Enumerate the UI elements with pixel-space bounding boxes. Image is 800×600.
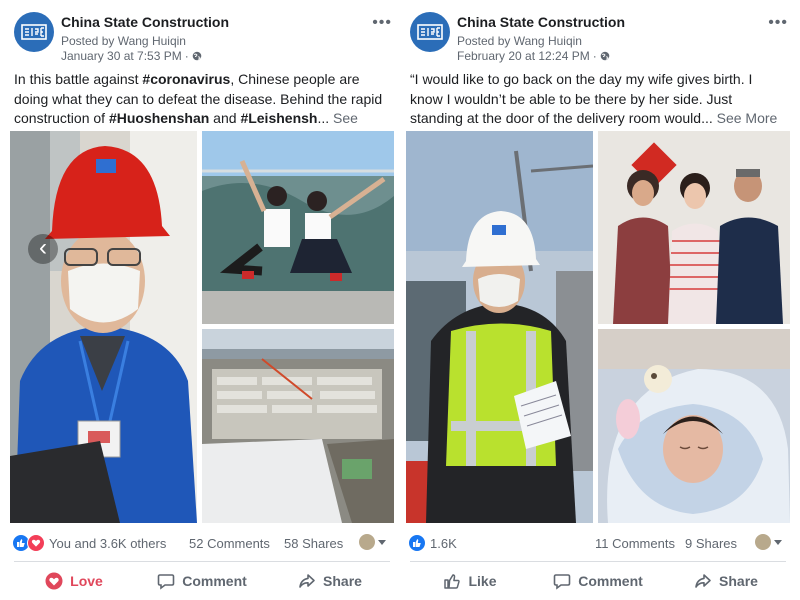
comments-count[interactable]: 11 Comments <box>595 536 675 551</box>
hashtag-link[interactable]: #Huoshenshan <box>109 110 209 126</box>
post-header: China State Construction Posted by Wang … <box>6 10 398 63</box>
share-button[interactable]: Share <box>266 566 394 596</box>
divider <box>14 561 390 562</box>
post-card: China State Construction Posted by Wang … <box>6 0 398 600</box>
text-part: and <box>209 110 241 126</box>
photo-couple-rooftop[interactable] <box>202 131 394 324</box>
post-text: “I would like to go back on the day my w… <box>410 70 786 129</box>
reactions-summary[interactable]: 1.6K <box>408 534 457 552</box>
photo-grid <box>406 131 790 523</box>
comment-icon <box>157 574 175 590</box>
shares-count[interactable]: 9 Shares <box>685 536 737 551</box>
divider <box>410 561 786 562</box>
photo-construction-site-aerial[interactable] <box>202 329 394 523</box>
posted-by: Posted by Wang Huiqin <box>457 34 582 48</box>
more-options-icon[interactable]: ••• <box>768 15 788 31</box>
reactions-count: You and 3.6K others <box>49 535 167 551</box>
more-options-icon[interactable]: ••• <box>372 15 392 31</box>
photo-worker-safety-vest[interactable] <box>406 131 593 523</box>
thumbs-up-icon <box>444 574 461 589</box>
photo-worker-helmet[interactable]: ‹ <box>10 131 197 523</box>
cscec-logo <box>21 24 47 40</box>
engagement-bar: 1.6K 11 Comments 9 Shares <box>406 532 790 556</box>
meta-separator: · <box>592 49 597 63</box>
page-avatar[interactable] <box>410 12 450 52</box>
page-name[interactable]: China State Construction <box>61 14 229 30</box>
action-bar: Love Comment Share <box>10 566 394 596</box>
share-button-label: Share <box>323 573 362 589</box>
page-name[interactable]: China State Construction <box>457 14 625 30</box>
comment-icon <box>553 574 571 590</box>
share-icon <box>695 574 711 588</box>
photo-grid: ‹ <box>10 131 394 523</box>
like-button-label: Like <box>468 573 497 589</box>
comment-button-label: Comment <box>578 573 643 589</box>
love-button-label: Love <box>70 573 103 589</box>
post-card: China State Construction Posted by Wang … <box>402 0 794 600</box>
post-meta: January 30 at 7:53 PM · <box>61 49 202 63</box>
see-more-link[interactable]: See More <box>717 110 778 126</box>
comments-count[interactable]: 52 Comments <box>189 536 270 551</box>
action-bar: Like Comment Share <box>406 566 790 596</box>
hashtag-link[interactable]: #Leishensh <box>240 110 317 126</box>
love-icon <box>27 534 45 552</box>
photo-newborn-baby[interactable] <box>598 329 790 523</box>
post-meta: February 20 at 12:24 PM · <box>457 49 610 63</box>
share-button-label: Share <box>719 573 758 589</box>
meta-separator: · <box>184 49 189 63</box>
chevron-down-icon <box>774 539 782 545</box>
page-avatar[interactable] <box>14 12 54 52</box>
viewer-avatar <box>755 534 771 550</box>
text-ellipsis: ... <box>317 110 334 126</box>
share-icon <box>299 574 315 588</box>
viewer-avatar <box>359 534 375 550</box>
comment-button-label: Comment <box>182 573 247 589</box>
chevron-down-icon <box>378 539 386 545</box>
post-as-selector[interactable] <box>359 534 386 550</box>
shares-count[interactable]: 58 Shares <box>284 536 343 551</box>
globe-icon <box>192 51 202 61</box>
engagement-bar: You and 3.6K others 52 Comments 58 Share… <box>10 532 394 556</box>
timestamp[interactable]: February 20 at 12:24 PM <box>457 49 590 63</box>
carousel-prev-button[interactable]: ‹ <box>28 234 58 264</box>
love-button[interactable]: Love <box>10 566 138 596</box>
photo-family[interactable] <box>598 131 790 324</box>
like-button[interactable]: Like <box>406 566 534 596</box>
post-as-selector[interactable] <box>755 534 782 550</box>
post-header: China State Construction Posted by Wang … <box>402 10 794 63</box>
cscec-logo <box>417 24 443 40</box>
hashtag-link[interactable]: #coronavirus <box>142 71 230 87</box>
comment-button[interactable]: Comment <box>534 566 662 596</box>
globe-icon <box>600 51 610 61</box>
reactions-count: 1.6K <box>430 535 457 551</box>
reactions-summary[interactable]: You and 3.6K others <box>12 534 166 552</box>
posted-by: Posted by Wang Huiqin <box>61 34 186 48</box>
timestamp[interactable]: January 30 at 7:53 PM <box>61 49 182 63</box>
share-button[interactable]: Share <box>662 566 790 596</box>
comment-button[interactable]: Comment <box>138 566 266 596</box>
text-ellipsis: ... <box>701 110 717 126</box>
text-part: In this battle against <box>14 71 143 87</box>
like-icon <box>408 534 426 552</box>
love-icon <box>45 572 63 590</box>
